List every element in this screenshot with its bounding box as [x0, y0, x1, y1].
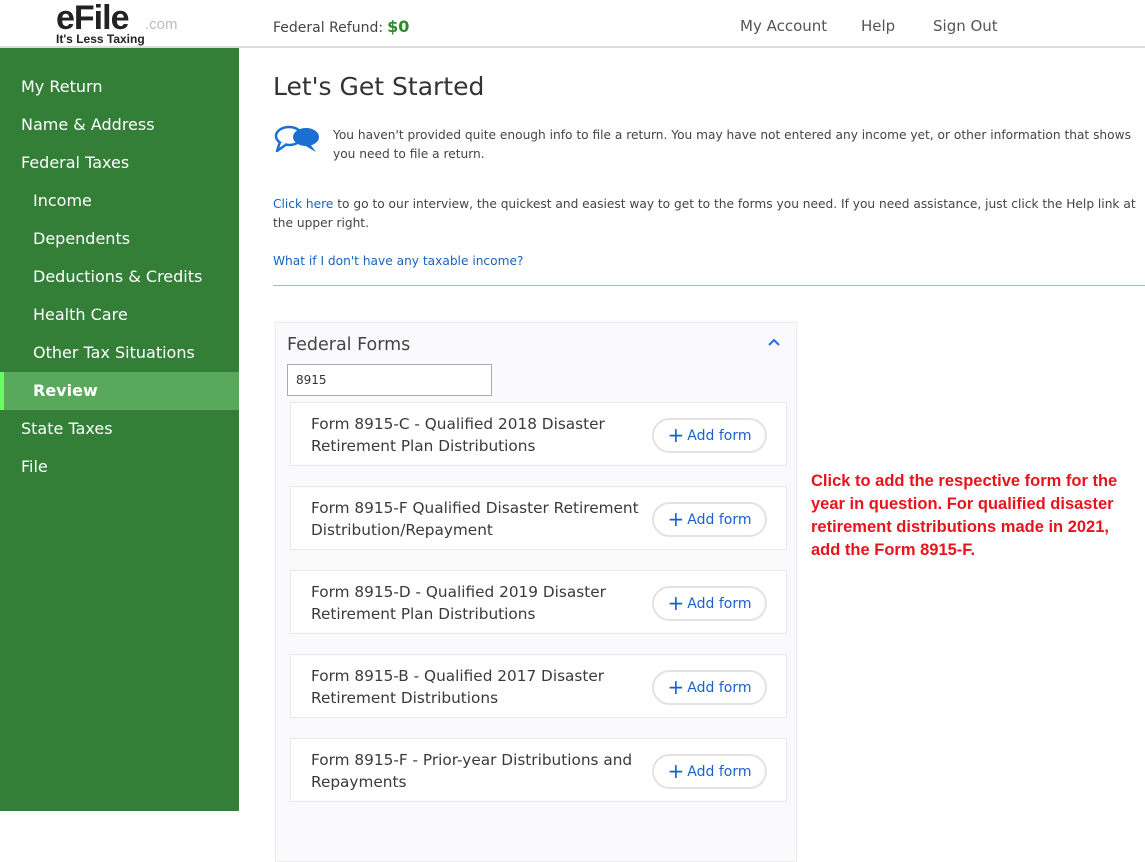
- federal-refund: Federal Refund: $0: [273, 17, 409, 36]
- federal-forms-panel: Federal Forms Form 8915-C - Qualified 20…: [275, 322, 797, 862]
- form-name: Form 8915-F Qualified Disaster Retiremen…: [311, 499, 639, 539]
- form-name: Form 8915-C - Qualified 2018 Disaster Re…: [311, 415, 605, 455]
- form-name: Form 8915-D - Qualified 2019 Disaster Re…: [311, 583, 606, 623]
- sidebar-item-income[interactable]: Income: [0, 182, 239, 220]
- logo-suffix: .com: [145, 16, 178, 33]
- section-divider: [273, 285, 1145, 286]
- collapse-chevron-up-icon[interactable]: [764, 335, 784, 355]
- sidebar-item-dependents[interactable]: Dependents: [0, 220, 239, 258]
- efile-logo[interactable]: eFile .com It's Less Taxing: [56, 0, 196, 46]
- nav-my-account[interactable]: My Account: [740, 17, 827, 35]
- plus-icon: +: [667, 759, 685, 783]
- refund-label: Federal Refund:: [273, 20, 384, 36]
- plus-icon: +: [667, 507, 685, 531]
- page-title: Let's Get Started: [273, 72, 485, 101]
- sidebar-item-name-address[interactable]: Name & Address: [0, 106, 239, 144]
- refund-amount: $0: [387, 17, 410, 36]
- sidebar-item-federal-taxes[interactable]: Federal Taxes: [0, 144, 239, 182]
- no-taxable-income-link[interactable]: What if I don't have any taxable income?: [273, 254, 523, 268]
- sidebar-item-state-taxes[interactable]: State Taxes: [0, 410, 239, 448]
- plus-icon: +: [667, 675, 685, 699]
- click-here-link[interactable]: Click here: [273, 197, 333, 211]
- sidebar-item-other-tax-situations[interactable]: Other Tax Situations: [0, 334, 239, 372]
- interview-text: to go to our interview, the quickest and…: [273, 197, 1136, 230]
- instruction-annotation: Click to add the respective form for the…: [811, 472, 1118, 559]
- add-form-button[interactable]: + Add form: [652, 754, 767, 789]
- form-list-item: Form 8915-F Qualified Disaster Retiremen…: [290, 486, 787, 550]
- logo-mark: eFile: [56, 0, 129, 37]
- form-list-item: Form 8915-F - Prior-year Distributions a…: [290, 738, 787, 802]
- nav-help[interactable]: Help: [861, 17, 895, 35]
- add-form-button[interactable]: + Add form: [652, 586, 767, 621]
- forms-search-input[interactable]: [287, 364, 492, 396]
- federal-forms-title: Federal Forms: [287, 335, 411, 355]
- sidebar-item-my-return[interactable]: My Return: [0, 68, 239, 106]
- add-form-button[interactable]: + Add form: [652, 670, 767, 705]
- sidebar-item-health-care[interactable]: Health Care: [0, 296, 239, 334]
- info-notice: You haven't provided quite enough info t…: [333, 128, 1131, 161]
- chat-bubbles-icon: [274, 125, 319, 153]
- form-name: Form 8915-F - Prior-year Distributions a…: [311, 751, 633, 791]
- sidebar-item-review[interactable]: Review: [0, 372, 239, 410]
- sidebar-item-deductions-credits[interactable]: Deductions & Credits: [0, 258, 239, 296]
- plus-icon: +: [667, 591, 685, 615]
- form-name: Form 8915-B - Qualified 2017 Disaster Re…: [311, 667, 605, 707]
- nav-sign-out[interactable]: Sign Out: [933, 17, 998, 35]
- add-form-button[interactable]: + Add form: [652, 502, 767, 537]
- top-header: eFile .com It's Less Taxing Federal Refu…: [0, 0, 1145, 48]
- form-list-item: Form 8915-D - Qualified 2019 Disaster Re…: [290, 570, 787, 634]
- plus-icon: +: [667, 423, 685, 447]
- add-form-button[interactable]: + Add form: [652, 418, 767, 453]
- logo-tagline: It's Less Taxing: [56, 32, 145, 46]
- form-list-item: Form 8915-B - Qualified 2017 Disaster Re…: [290, 654, 787, 718]
- sidebar-item-file[interactable]: File: [0, 448, 239, 486]
- sidebar: My Return Name & Address Federal Taxes I…: [0, 48, 239, 811]
- interview-paragraph: Click here to go to our interview, the q…: [273, 195, 1143, 233]
- form-list-item: Form 8915-C - Qualified 2018 Disaster Re…: [290, 402, 787, 466]
